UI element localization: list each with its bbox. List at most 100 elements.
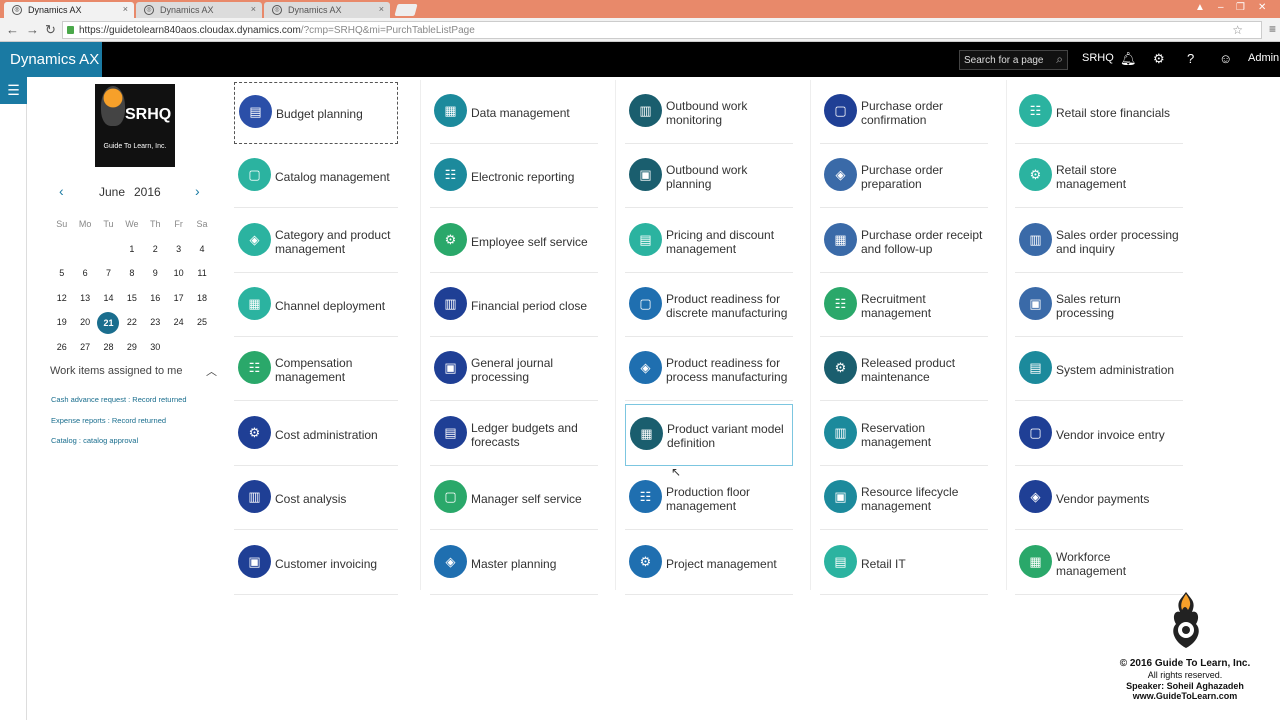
url-input[interactable]: https://guidetolearn840aos.cloudax.dynam…	[62, 21, 1262, 39]
browser-tab[interactable]: ◎ Dynamics AX ×	[264, 2, 390, 18]
workspace-tile[interactable]: ▤ Pricing and discount management	[625, 211, 793, 273]
smiley-icon[interactable]: ☺	[1219, 51, 1232, 66]
calendar-day[interactable]: 7	[97, 263, 120, 288]
workspace-tile[interactable]: ◈ Category and product management	[234, 211, 398, 273]
workspace-tile[interactable]: ▤ Budget planning	[234, 82, 398, 144]
workspace-tile[interactable]: ▣ Sales return processing	[1015, 275, 1183, 337]
workspace-tile[interactable]: ▣ Customer invoicing	[234, 533, 398, 595]
calendar-day[interactable]: 10	[167, 263, 190, 288]
calendar-day[interactable]: 17	[167, 288, 190, 313]
search-icon[interactable]: ⌕	[1056, 52, 1063, 67]
close-icon[interactable]: ×	[251, 4, 256, 14]
workspace-tile[interactable]: ▦ Data management	[430, 82, 598, 144]
work-item-link[interactable]: Expense reports : Record returned	[51, 416, 166, 425]
restore-icon[interactable]: ❐	[1236, 2, 1245, 13]
calendar-day[interactable]: 16	[144, 288, 167, 313]
close-icon[interactable]: ×	[379, 4, 384, 14]
workspace-tile[interactable]: ▣ Outbound work planning	[625, 146, 793, 208]
workspace-tile[interactable]: ☷ Compensation management	[234, 339, 398, 401]
calendar-day[interactable]: 28	[97, 337, 120, 362]
workspace-tile[interactable]: ▥ Financial period close	[430, 275, 598, 337]
workspace-tile[interactable]: ▢ Vendor invoice entry	[1015, 404, 1183, 466]
calendar-day[interactable]: 2	[144, 239, 167, 264]
workspace-tile[interactable]: ◈ Product readiness for process manufactu…	[625, 339, 793, 401]
reload-icon[interactable]: ↻	[45, 22, 56, 38]
calendar-day[interactable]: 22	[120, 312, 143, 337]
work-item-link[interactable]: Cash advance request : Record returned	[51, 395, 187, 404]
calendar-day[interactable]: 23	[144, 312, 167, 337]
workspace-tile[interactable]: ⚙ Retail store management	[1015, 146, 1183, 208]
calendar-day[interactable]: 11	[190, 263, 213, 288]
bookmark-star-icon[interactable]: ☆	[1232, 23, 1243, 37]
calendar-day[interactable]: 12	[50, 288, 73, 313]
back-icon[interactable]: ←	[6, 22, 19, 37]
workspace-tile[interactable]: ☷ Recruitment management	[820, 275, 988, 337]
forward-icon[interactable]: →	[26, 22, 39, 37]
calendar-day[interactable]: 21	[97, 312, 120, 337]
workspace-tile[interactable]: ◈ Vendor payments	[1015, 468, 1183, 530]
user-menu[interactable]: Admin	[1248, 52, 1279, 64]
workspace-tile[interactable]: ▤ System administration	[1015, 339, 1183, 401]
calendar-day[interactable]: 29	[120, 337, 143, 362]
app-brand[interactable]: Dynamics AX	[0, 42, 102, 77]
company-picker[interactable]: SRHQ	[1082, 52, 1114, 64]
calendar-day[interactable]: 4	[190, 239, 213, 264]
calendar-day[interactable]: 9	[144, 263, 167, 288]
calendar-day[interactable]: 30	[144, 337, 167, 362]
browser-menu-icon[interactable]: ≡	[1269, 22, 1276, 36]
workspace-tile[interactable]: ⚙ Released product maintenance	[820, 339, 988, 401]
profile-icon[interactable]: ▲	[1195, 2, 1205, 13]
workspace-tile[interactable]: ⚙ Employee self service	[430, 211, 598, 273]
calendar-day[interactable]: 18	[190, 288, 213, 313]
chevron-up-icon[interactable]: ︿	[206, 363, 217, 379]
page-search-input[interactable]: Search for a page ⌕	[959, 50, 1068, 70]
workspace-tile[interactable]: ☷ Retail store financials	[1015, 82, 1183, 144]
workspace-tile[interactable]: ▢ Manager self service	[430, 468, 598, 530]
calendar-day[interactable]: 13	[73, 288, 96, 313]
close-window-icon[interactable]: ✕	[1258, 2, 1266, 13]
bell-icon[interactable]: 🔔︎	[1120, 51, 1137, 67]
workspace-tile[interactable]: ▢ Product readiness for discrete manufact…	[625, 275, 793, 337]
calendar-day[interactable]: 26	[50, 337, 73, 362]
calendar-day[interactable]: 24	[167, 312, 190, 337]
workspace-tile[interactable]: ☷ Electronic reporting	[430, 146, 598, 208]
workspace-tile[interactable]: ▦ Channel deployment	[234, 275, 398, 337]
calendar-day[interactable]: 19	[50, 312, 73, 337]
calendar-prev-icon[interactable]: ‹	[59, 183, 64, 199]
hamburger-menu-icon[interactable]: ☰	[0, 77, 27, 104]
workspace-tile[interactable]: ▢ Catalog management	[234, 146, 398, 208]
calendar-day[interactable]: 1	[120, 239, 143, 264]
calendar-day[interactable]: 14	[97, 288, 120, 313]
gear-icon[interactable]: ⚙	[1153, 51, 1165, 67]
work-item-link[interactable]: Catalog : catalog approval	[51, 436, 138, 445]
workspace-tile[interactable]: ▦ Workforce management	[1015, 533, 1183, 595]
workspace-tile[interactable]: ☷ Production floor management	[625, 468, 793, 530]
workspace-tile[interactable]: ◈ Master planning	[430, 533, 598, 595]
close-icon[interactable]: ×	[123, 4, 128, 14]
help-icon[interactable]: ?	[1187, 51, 1194, 66]
workspace-tile[interactable]: ▤ Retail IT	[820, 533, 988, 595]
workspace-tile[interactable]: ◈ Purchase order preparation	[820, 146, 988, 208]
calendar-day[interactable]: 8	[120, 263, 143, 288]
workspace-tile[interactable]: ▤ Ledger budgets and forecasts	[430, 404, 598, 466]
browser-tab[interactable]: ◎ Dynamics AX ×	[4, 2, 134, 18]
calendar-next-icon[interactable]: ›	[195, 183, 200, 199]
calendar-month[interactable]: June	[99, 185, 125, 199]
new-tab-button[interactable]	[394, 4, 418, 16]
calendar-day[interactable]: 27	[73, 337, 96, 362]
work-items-title[interactable]: Work items assigned to me	[50, 365, 182, 377]
calendar-year[interactable]: 2016	[134, 185, 161, 199]
browser-tab[interactable]: ◎ Dynamics AX ×	[136, 2, 262, 18]
workspace-tile[interactable]: ▥ Sales order processing and inquiry	[1015, 211, 1183, 273]
workspace-tile[interactable]: ▦ Purchase order receipt and follow-up	[820, 211, 988, 273]
workspace-tile[interactable]: ▢ Purchase order confirmation	[820, 82, 988, 144]
calendar-day[interactable]: 15	[120, 288, 143, 313]
workspace-tile[interactable]: ⚙ Cost administration	[234, 404, 398, 466]
calendar-day[interactable]: 20	[73, 312, 96, 337]
calendar-day[interactable]: 25	[190, 312, 213, 337]
workspace-tile[interactable]: ▥ Outbound work monitoring	[625, 82, 793, 144]
workspace-tile[interactable]: ⚙ Project management	[625, 533, 793, 595]
workspace-tile[interactable]: ▣ General journal processing	[430, 339, 598, 401]
workspace-tile[interactable]: ▥ Reservation management	[820, 404, 988, 466]
workspace-tile[interactable]: ▥ Cost analysis	[234, 468, 398, 530]
